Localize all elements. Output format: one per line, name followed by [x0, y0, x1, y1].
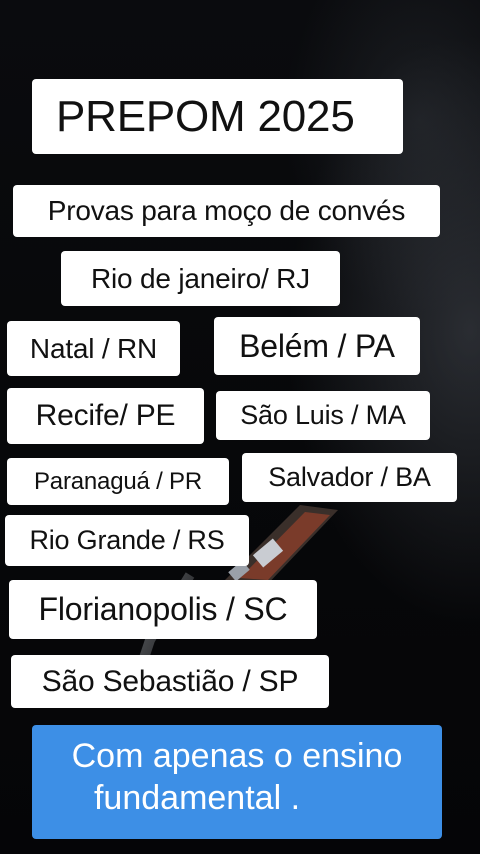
location-recife: Recife/ PE — [7, 388, 204, 444]
location-paranagua: Paranaguá / PR — [7, 458, 229, 505]
page-title: PREPOM 2025 — [32, 79, 403, 154]
banner-line-2: fundamental . — [93, 779, 301, 817]
location-belem: Belém / PA — [214, 317, 420, 375]
location-florianopolis: Florianopolis / SC — [9, 580, 317, 639]
location-rio-de-janeiro: Rio de janeiro/ RJ — [61, 251, 340, 306]
location-sao-luis: São Luis / MA — [216, 391, 430, 440]
info-banner: Com apenas o ensino fundamental . — [32, 725, 442, 839]
location-natal: Natal / RN — [7, 321, 180, 376]
banner-line-1: Com apenas o ensino — [71, 737, 403, 775]
subtitle: Provas para moço de convés — [13, 185, 440, 237]
location-salvador: Salvador / BA — [242, 453, 457, 502]
location-sao-sebastiao: São Sebastião / SP — [11, 655, 329, 708]
location-rio-grande: Rio Grande / RS — [5, 515, 249, 566]
